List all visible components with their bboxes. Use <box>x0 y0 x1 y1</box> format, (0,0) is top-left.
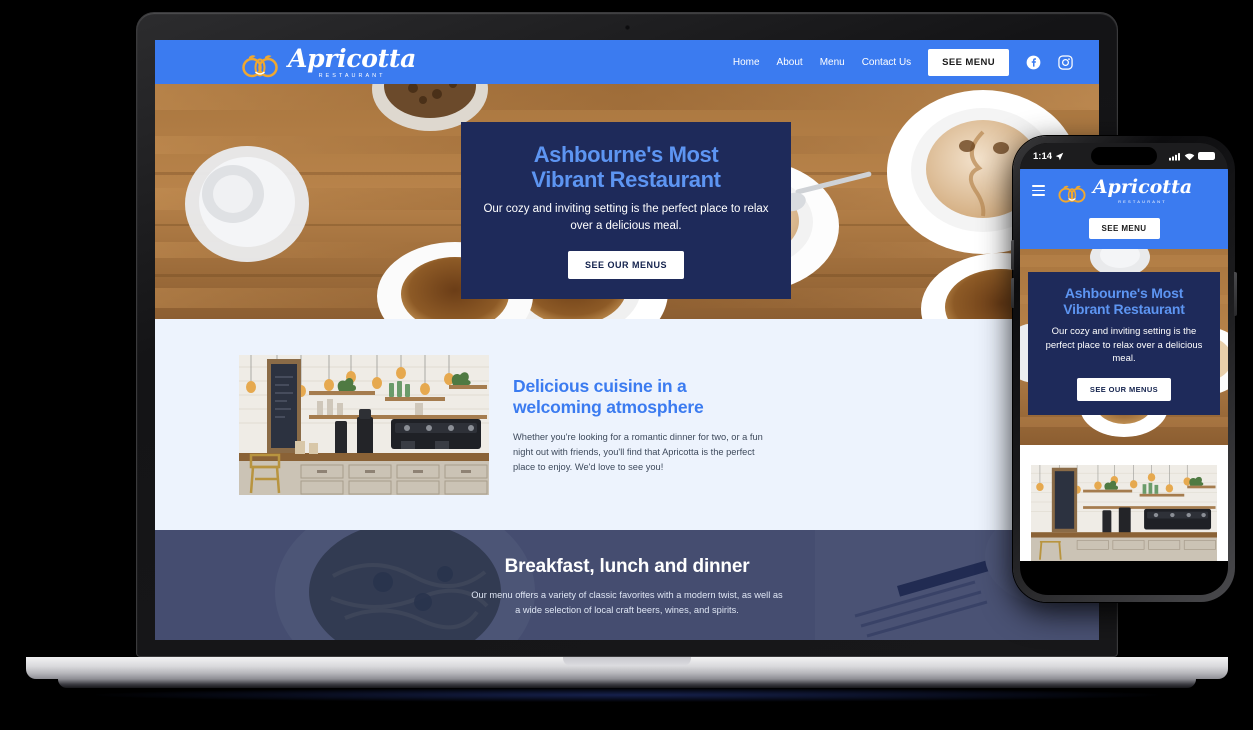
hamburger-menu-icon[interactable] <box>1032 185 1045 199</box>
band-title: Breakfast, lunch and dinner <box>504 556 750 577</box>
phone-status-bar: 1:14 <box>1020 143 1228 169</box>
menus-band-section: Breakfast, lunch and dinner Our menu off… <box>155 530 1099 640</box>
location-arrow-icon <box>1055 152 1064 161</box>
nav-link-about[interactable]: About <box>777 57 803 68</box>
hero-title-line-1: Ashbourne's Most <box>533 142 719 167</box>
wifi-icon <box>1184 152 1195 161</box>
laptop-foot <box>58 679 1196 688</box>
nav-link-menu[interactable]: Menu <box>820 57 845 68</box>
phone-screen: 1:14 Apricotta RESTAURANT SEE MENU Ashbo… <box>1020 143 1228 595</box>
band-text-line-1: Our menu offers a variety of classic fav… <box>471 590 783 600</box>
phone-logo-wordmark: Apricotta RESTAURANT <box>1092 176 1193 205</box>
apricot-logo-icon <box>239 53 281 79</box>
band-content: Breakfast, lunch and dinner Our menu off… <box>155 530 1099 618</box>
see-menu-button[interactable]: SEE MENU <box>928 48 1009 76</box>
see-our-menus-button[interactable]: SEE OUR MENUS <box>567 250 684 279</box>
laptop-mockup: Apricotta RESTAURANT Home About Menu Con… <box>26 12 1228 702</box>
hero-title: Ashbourne's Most Vibrant Restaurant <box>483 142 769 192</box>
phone-power-button[interactable] <box>1234 272 1237 316</box>
about-title: Delicious cuisine in a welcoming atmosph… <box>513 376 1015 417</box>
facebook-icon[interactable] <box>1026 55 1041 70</box>
logo-wordmark: Apricotta RESTAURANT <box>288 46 416 79</box>
phone-cafe-interior-image <box>1031 465 1217 561</box>
phone-hero-section: Ashbourne's Most Vibrant Restaurant Our … <box>1020 249 1228 445</box>
about-paragraph: Whether you're looking for a romantic di… <box>513 431 763 472</box>
apricot-logo-icon <box>1056 184 1088 204</box>
phone-hero-title: Ashbourne's Most Vibrant Restaurant <box>1039 285 1209 317</box>
laptop-webcam <box>624 25 630 30</box>
phone-volume-down-button[interactable] <box>1011 278 1014 308</box>
status-bar-time-group: 1:14 <box>1033 151 1064 162</box>
phone-logo-tagline: RESTAURANT <box>1118 199 1167 204</box>
desktop-nav-links: Home About Menu Contact Us SEE MENU <box>733 48 1073 76</box>
dynamic-island <box>1091 147 1157 165</box>
about-text-block: Delicious cuisine in a welcoming atmosph… <box>513 374 1015 474</box>
cafe-interior-image <box>239 354 489 495</box>
phone-logo-brand-name: Apricotta <box>1092 176 1193 198</box>
phone-hero-title-line-2: Vibrant Restaurant <box>1063 301 1185 318</box>
nav-link-home[interactable]: Home <box>733 57 760 68</box>
laptop-screen: Apricotta RESTAURANT Home About Menu Con… <box>155 40 1099 640</box>
hero-section: Ashbourne's Most Vibrant Restaurant Our … <box>155 84 1099 319</box>
phone-see-menu-button[interactable]: SEE MENU <box>1088 218 1160 239</box>
band-paragraph: Our menu offers a variety of classic fav… <box>155 588 1099 618</box>
band-text-line-2: a wide selection of local craft beers, w… <box>515 604 739 615</box>
about-section: Delicious cuisine in a welcoming atmosph… <box>155 319 1099 530</box>
status-bar-indicators <box>1169 151 1215 161</box>
phone-hero-card: Ashbourne's Most Vibrant Restaurant Our … <box>1028 272 1220 415</box>
cellular-signal-icon <box>1169 152 1181 161</box>
phone-see-our-menus-button[interactable]: SEE OUR MENUS <box>1076 377 1172 401</box>
laptop-base <box>26 657 1228 679</box>
phone-mockup: 1:14 Apricotta RESTAURANT SEE MENU Ashbo… <box>1011 136 1237 602</box>
logo-tagline: RESTAURANT <box>318 72 386 79</box>
site-logo[interactable]: Apricotta RESTAURANT <box>239 46 416 79</box>
battery-full-icon <box>1198 151 1215 161</box>
nav-link-contact-us[interactable]: Contact Us <box>862 57 911 68</box>
hero-card: Ashbourne's Most Vibrant Restaurant Our … <box>461 122 791 299</box>
phone-hero-title-line-1: Ashbourne's Most <box>1064 285 1184 301</box>
instagram-icon[interactable] <box>1058 54 1073 70</box>
about-title-line-2: welcoming atmosphere <box>513 396 704 417</box>
phone-navbar: Apricotta RESTAURANT SEE MENU <box>1020 169 1228 249</box>
logo-brand-name: Apricotta <box>288 43 417 73</box>
hero-title-line-2: Vibrant Restaurant <box>531 167 721 193</box>
laptop-shadow-glow <box>96 688 1158 702</box>
hero-subtitle: Our cozy and inviting setting is the per… <box>483 203 769 232</box>
phone-about-section <box>1020 445 1228 561</box>
status-bar-time: 1:14 <box>1033 150 1053 162</box>
desktop-navbar: Apricotta RESTAURANT Home About Menu Con… <box>155 40 1099 84</box>
phone-hero-subtitle: Our cozy and inviting setting is the per… <box>1045 326 1203 365</box>
about-title-line-1: Delicious cuisine in a <box>513 376 687 397</box>
desktop-website: Apricotta RESTAURANT Home About Menu Con… <box>155 40 1099 640</box>
phone-volume-up-button[interactable] <box>1011 240 1014 270</box>
phone-site-logo[interactable]: Apricotta RESTAURANT <box>1056 178 1192 204</box>
